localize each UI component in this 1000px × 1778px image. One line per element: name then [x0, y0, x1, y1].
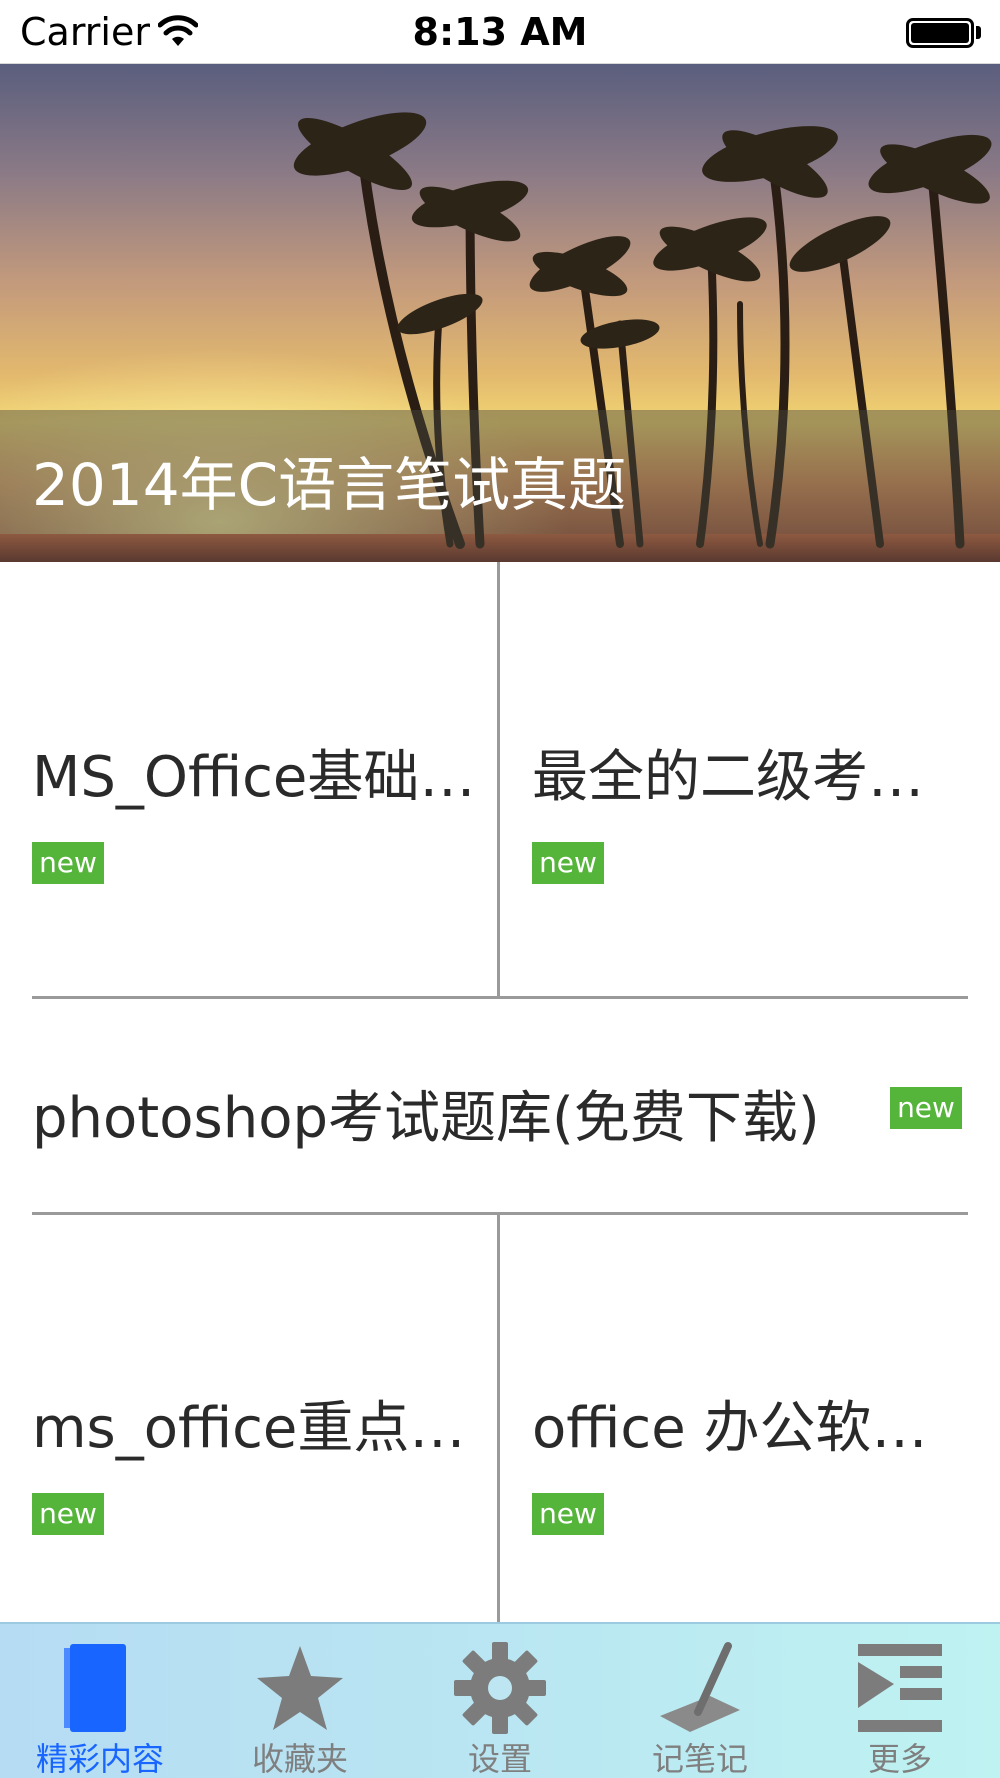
tab-more[interactable]: 更多 — [800, 1624, 1000, 1778]
status-bar: Carrier 8:13 AM — [0, 0, 1000, 64]
book-icon — [64, 1644, 126, 1732]
more-menu-icon — [858, 1644, 942, 1732]
new-badge: new — [532, 842, 604, 884]
tab-label: 精彩内容 — [35, 1740, 164, 1778]
tab-featured-content[interactable]: 精彩内容 — [0, 1624, 200, 1778]
tab-label: 收藏夹 — [251, 1740, 348, 1778]
article-tile-office-software[interactable]: office 办公软… new — [500, 1215, 1000, 1622]
tile-title: photoshop考试题库(免费下载) — [32, 1086, 820, 1151]
star-icon — [257, 1646, 343, 1730]
article-tile-photoshop-exam[interactable]: photoshop考试题库(免费下载) new — [0, 999, 1000, 1213]
tile-title: ms_office重点… — [32, 1396, 466, 1461]
new-badge: new — [890, 1087, 962, 1129]
new-badge: new — [532, 1493, 604, 1535]
gear-icon — [454, 1642, 546, 1734]
article-tile-ms-office-key-points[interactable]: ms_office重点… new — [0, 1215, 498, 1622]
tab-label: 设置 — [467, 1740, 532, 1778]
featured-banner[interactable]: 2014年C语言笔试真题 — [0, 64, 1000, 562]
tile-title: MS_Office基础… — [32, 745, 476, 810]
battery-icon — [906, 18, 974, 48]
banner-title: 2014年C语言笔试真题 — [32, 451, 627, 519]
tab-label: 更多 — [867, 1740, 932, 1778]
tile-title: office 办公软… — [532, 1396, 928, 1461]
tab-favorites[interactable]: 收藏夹 — [200, 1624, 400, 1778]
article-tile-level-two-exam[interactable]: 最全的二级考… new — [500, 562, 1000, 998]
new-badge: new — [32, 842, 104, 884]
article-tile-ms-office-basics[interactable]: MS_Office基础… new — [0, 562, 498, 998]
tab-label: 记笔记 — [651, 1740, 748, 1778]
tab-settings[interactable]: 设置 — [400, 1624, 600, 1778]
tile-title: 最全的二级考… — [532, 745, 924, 810]
battery-cap — [976, 26, 981, 39]
pen-icon — [660, 1642, 740, 1732]
new-badge: new — [32, 1493, 104, 1535]
tab-bar: 精彩内容 收藏夹 设置 记笔记 更多 — [0, 1622, 1000, 1778]
status-time: 8:13 AM — [412, 10, 588, 54]
tab-take-notes[interactable]: 记笔记 — [600, 1624, 800, 1778]
